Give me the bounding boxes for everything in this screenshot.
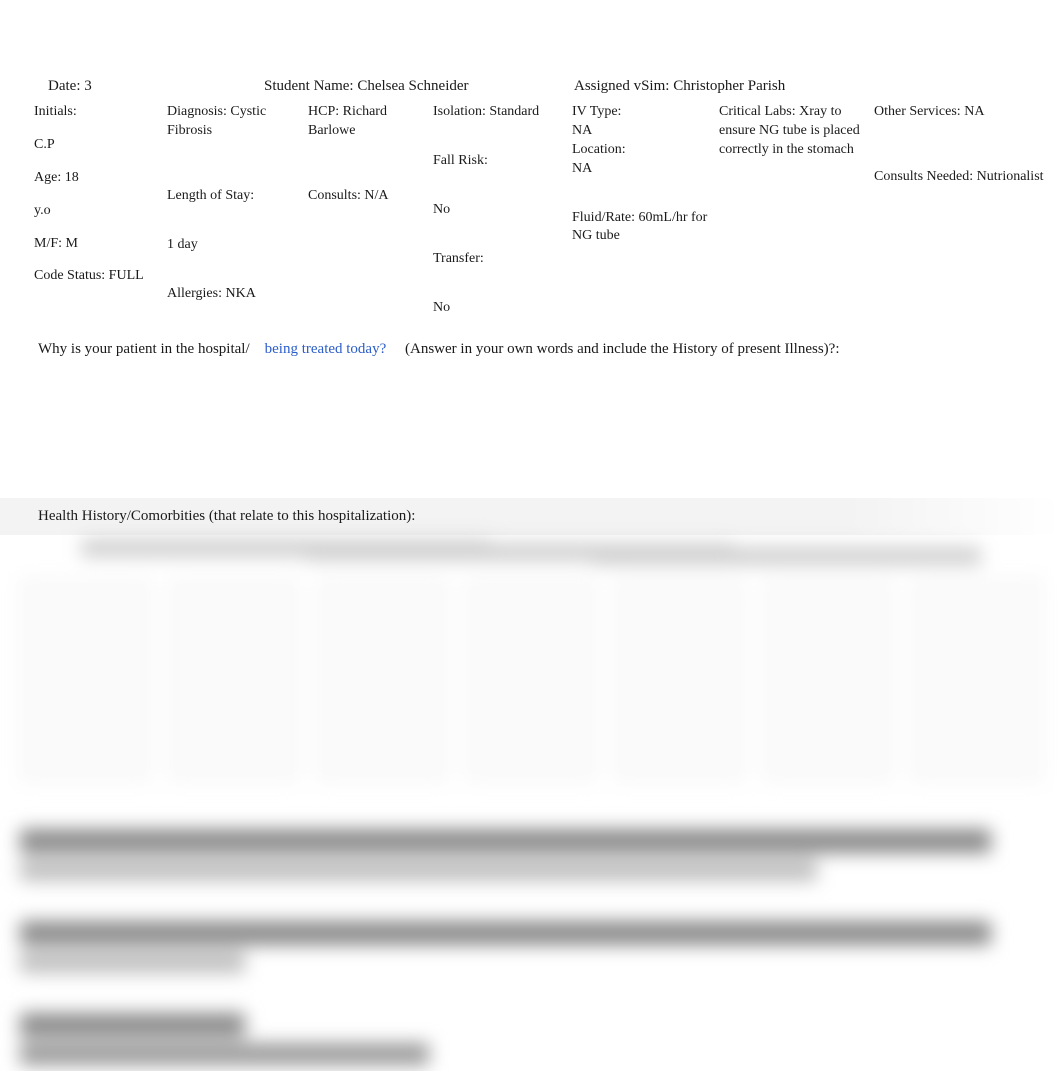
consults-value: N/A <box>364 188 388 203</box>
q1-highlight: being treated today? <box>265 341 387 357</box>
fall-risk-label: Fall Risk: <box>433 152 562 171</box>
age-value: 18 <box>65 170 79 185</box>
other-services-value: NA <box>964 104 984 119</box>
mf-label: M/F: <box>34 236 66 251</box>
column-critical-labs: Critical Labs: Xray to ensure NG tube is… <box>719 103 874 317</box>
patient-info-grid: Initials: C.P Age: 18 y.o M/F: M Code St… <box>0 95 1062 317</box>
health-history-header: Health History/Comorbities (that relate … <box>0 498 1062 535</box>
diagnosis-label: Diagnosis: <box>167 104 230 119</box>
consults-line: Consults: N/A <box>308 187 423 206</box>
assigned-vsim-label: Assigned vSim: <box>574 78 673 94</box>
clinical-worksheet-page: Date: 3 Student Name: Chelsea Schneider … <box>0 0 1062 1065</box>
column-iv: IV Type: NA Location: NA Fluid/Rate: 60m… <box>572 103 719 317</box>
allergies-label: Allergies: <box>167 286 225 301</box>
student-name-label: Student Name: <box>264 78 357 94</box>
column-hcp: HCP: Richard Barlowe Consults: N/A <box>308 103 433 317</box>
age-unit: y.o <box>34 202 157 221</box>
column-other-services: Other Services: NA Consults Needed: Nutr… <box>874 103 1054 317</box>
initials-value: C.P <box>34 136 157 155</box>
column-diagnosis: Diagnosis: Cystic Fibrosis Length of Sta… <box>167 103 308 317</box>
allergies-value: NKA <box>225 286 255 301</box>
code-status-label: Code Status: <box>34 268 109 283</box>
other-services-line: Other Services: NA <box>874 103 1044 122</box>
q1-pretext: Why is your patient in the hospital/ <box>38 341 250 357</box>
location-label: Location: <box>572 141 709 160</box>
iv-type-value: NA <box>572 122 709 141</box>
consults-needed-value: Nutrionalist <box>977 169 1044 184</box>
transfer-label: Transfer: <box>433 250 562 269</box>
other-services-label: Other Services: <box>874 104 964 119</box>
isolation-line: Isolation: Standard <box>433 103 562 122</box>
student-name-value: Chelsea Schneider <box>357 78 468 94</box>
hcp-line: HCP: Richard Barlowe <box>308 103 423 141</box>
student-name-field: Student Name: Chelsea Schneider <box>264 78 574 95</box>
fluid-rate-label: Fluid/Rate: <box>572 210 639 225</box>
date-field: Date: 3 <box>0 78 264 95</box>
q1-posttext: (Answer in your own words and include th… <box>405 341 840 357</box>
transfer-value: No <box>433 299 562 318</box>
header-row: Date: 3 Student Name: Chelsea Schneider … <box>0 0 1062 95</box>
isolation-value: Standard <box>489 104 539 119</box>
los-value: 1 day <box>167 236 298 255</box>
critical-labs-label: Critical Labs: <box>719 104 799 119</box>
assigned-vsim-value: Christopher Parish <box>673 78 785 94</box>
consults-label: Consults: <box>308 188 364 203</box>
reason-for-hospitalization-prompt: Why is your patient in the hospital/ bei… <box>0 317 1062 358</box>
column-basics: Initials: C.P Age: 18 y.o M/F: M Code St… <box>34 103 167 317</box>
fluid-rate-line: Fluid/Rate: 60mL/hr for NG tube <box>572 209 709 247</box>
mf-value: M <box>66 236 78 251</box>
fall-risk-value: No <box>433 201 562 220</box>
consults-needed-label: Consults Needed: <box>874 169 977 184</box>
age-label: Age: <box>34 170 65 185</box>
initials-label: Initials: <box>34 103 157 122</box>
date-value: 3 <box>84 78 92 94</box>
location-value: NA <box>572 160 709 179</box>
allergies-line: Allergies: NKA <box>167 285 298 304</box>
consults-needed-line: Consults Needed: Nutrionalist <box>874 168 1044 187</box>
critical-labs-line: Critical Labs: Xray to ensure NG tube is… <box>719 103 864 160</box>
date-label: Date: <box>48 78 84 94</box>
iv-type-label: IV Type: <box>572 103 709 122</box>
obscured-content-region <box>0 539 1062 1065</box>
code-status-value: FULL <box>109 268 144 283</box>
isolation-label: Isolation: <box>433 104 489 119</box>
diagnosis-line: Diagnosis: Cystic Fibrosis <box>167 103 298 141</box>
assigned-vsim-field: Assigned vSim: Christopher Parish <box>574 78 1034 95</box>
hcp-label: HCP: <box>308 104 343 119</box>
age-line: Age: 18 <box>34 169 157 188</box>
health-history-label: Health History/Comorbities (that relate … <box>38 508 415 524</box>
code-status-line: Code Status: FULL <box>34 267 157 286</box>
column-isolation: Isolation: Standard Fall Risk: No Transf… <box>433 103 572 317</box>
los-label: Length of Stay: <box>167 187 298 206</box>
mf-line: M/F: M <box>34 235 157 254</box>
